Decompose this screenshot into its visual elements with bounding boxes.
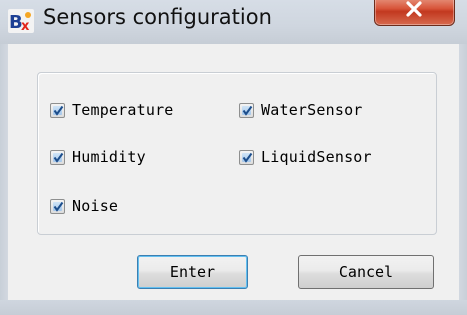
checkmark-icon bbox=[242, 105, 253, 116]
window-frame-left bbox=[0, 44, 8, 315]
checkmark-icon bbox=[53, 152, 64, 163]
liquidsensor-label: LiquidSensor bbox=[261, 148, 372, 166]
svg-text:x: x bbox=[21, 19, 30, 33]
cancel-button[interactable]: Cancel bbox=[298, 255, 434, 289]
checkbox-box[interactable] bbox=[50, 102, 65, 118]
checkbox-box[interactable] bbox=[239, 149, 254, 165]
temperature-checkbox[interactable]: Temperature bbox=[50, 99, 174, 121]
temperature-label: Temperature bbox=[72, 101, 174, 119]
window-frame-right bbox=[459, 44, 467, 315]
window-frame-bottom bbox=[0, 300, 467, 315]
close-button[interactable] bbox=[374, 0, 455, 26]
dialog-body: Temperature WaterSensor Humidity LiquidS… bbox=[8, 44, 459, 300]
checkmark-icon bbox=[242, 152, 253, 163]
window-title: Sensors configuration bbox=[43, 5, 272, 29]
checkbox-box[interactable] bbox=[239, 102, 254, 118]
sensors-config-dialog: B x Sensors configuration Temperature Wa… bbox=[0, 0, 467, 315]
noise-checkbox[interactable]: Noise bbox=[50, 195, 118, 217]
checkmark-icon bbox=[53, 201, 64, 212]
bx-app-icon: B x bbox=[8, 9, 34, 34]
checkbox-box[interactable] bbox=[50, 198, 65, 214]
checkmark-icon bbox=[53, 105, 64, 116]
close-icon bbox=[406, 1, 422, 17]
humidity-label: Humidity bbox=[72, 148, 146, 166]
liquidsensor-checkbox[interactable]: LiquidSensor bbox=[239, 146, 372, 168]
title-bar[interactable]: B x Sensors configuration bbox=[0, 0, 467, 44]
checkbox-box[interactable] bbox=[50, 149, 65, 165]
watersensor-label: WaterSensor bbox=[261, 101, 363, 119]
enter-button[interactable]: Enter bbox=[137, 255, 248, 289]
watersensor-checkbox[interactable]: WaterSensor bbox=[239, 99, 363, 121]
noise-label: Noise bbox=[72, 197, 119, 215]
humidity-checkbox[interactable]: Humidity bbox=[50, 146, 146, 168]
